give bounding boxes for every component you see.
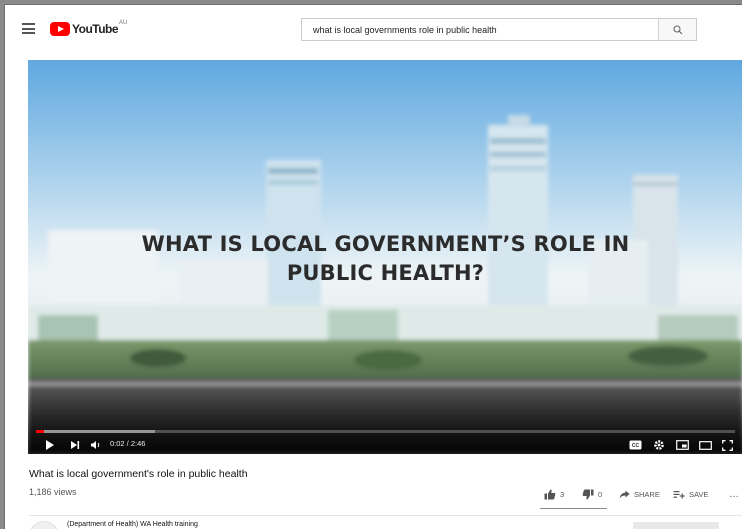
time-display: 0:02 / 2:46 bbox=[110, 439, 146, 448]
more-actions-button[interactable]: … bbox=[725, 487, 740, 501]
channel-avatar[interactable] bbox=[29, 521, 59, 529]
youtube-play-logo-icon bbox=[50, 22, 70, 36]
save-label: SAVE bbox=[689, 489, 709, 499]
video-title: What is local government's role in publi… bbox=[29, 468, 248, 480]
fullscreen-icon bbox=[722, 439, 733, 451]
fullscreen-button[interactable] bbox=[722, 438, 733, 452]
thumbs-up-icon bbox=[544, 489, 556, 499]
volume-button[interactable] bbox=[90, 438, 102, 452]
overlay-title-line-2: PUBLIC HEALTH? bbox=[286, 261, 485, 285]
captions-icon: CC bbox=[629, 440, 642, 450]
like-count: 3 bbox=[560, 489, 565, 499]
share-button[interactable]: SHARE bbox=[619, 487, 660, 501]
next-button[interactable] bbox=[70, 438, 80, 452]
search-icon bbox=[672, 24, 682, 34]
save-playlist-icon bbox=[673, 490, 685, 498]
miniplayer-button[interactable] bbox=[676, 438, 689, 452]
youtube-logo[interactable]: YouTube AU bbox=[50, 20, 128, 36]
video-player[interactable]: WHAT IS LOCAL GOVERNMENT’S ROLE IN PUBLI… bbox=[28, 60, 742, 454]
dislike-count: 0 bbox=[598, 489, 603, 499]
theater-mode-button[interactable] bbox=[699, 438, 712, 452]
save-button[interactable]: SAVE bbox=[673, 487, 708, 501]
miniplayer-icon bbox=[676, 440, 689, 450]
play-button[interactable] bbox=[45, 438, 55, 452]
progress-bar[interactable] bbox=[36, 430, 735, 433]
view-count: 1,186 views bbox=[29, 487, 77, 497]
channel-name[interactable]: (Department of Health) WA Health trainin… bbox=[67, 521, 198, 528]
logo-region: AU bbox=[119, 20, 128, 26]
volume-icon bbox=[91, 441, 100, 449]
search-button[interactable] bbox=[658, 19, 696, 40]
like-button[interactable]: 3 bbox=[544, 487, 564, 501]
dislike-button[interactable]: 0 bbox=[582, 487, 602, 501]
share-icon bbox=[619, 490, 630, 498]
settings-button[interactable] bbox=[653, 438, 665, 452]
menu-icon[interactable] bbox=[22, 23, 35, 34]
next-icon bbox=[71, 441, 80, 449]
search-input[interactable] bbox=[302, 19, 658, 40]
thumbs-down-icon bbox=[582, 489, 594, 499]
search-box bbox=[301, 18, 697, 41]
captions-button[interactable]: CC bbox=[629, 438, 642, 452]
share-label: SHARE bbox=[634, 489, 660, 499]
browser-viewport: YouTube AU what is local governments rol… bbox=[4, 4, 742, 529]
more-icon: … bbox=[729, 488, 740, 500]
theater-icon bbox=[699, 440, 712, 450]
progress-played bbox=[36, 430, 45, 433]
sentiment-bar bbox=[540, 508, 607, 509]
overlay-title-line-1: WHAT IS LOCAL GOVERNMENT’S ROLE IN bbox=[141, 232, 630, 256]
progress-loaded bbox=[36, 430, 155, 433]
divider bbox=[29, 515, 742, 516]
logo-text: YouTube bbox=[72, 22, 119, 36]
gear-icon bbox=[654, 440, 664, 450]
svg-text:CC: CC bbox=[632, 443, 640, 449]
subscribe-button[interactable] bbox=[633, 522, 719, 529]
masthead: YouTube AU bbox=[5, 5, 742, 53]
play-icon bbox=[46, 440, 54, 450]
video-overlay-title: WHAT IS LOCAL GOVERNMENT’S ROLE IN PUBLI… bbox=[28, 230, 742, 288]
